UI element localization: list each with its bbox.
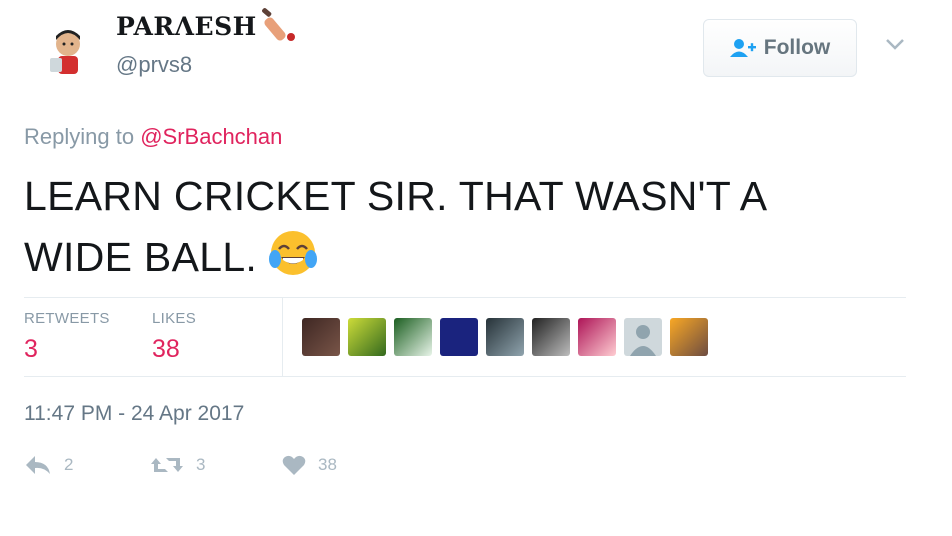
retweets-stat[interactable]: RETWEETS 3 — [24, 310, 110, 364]
retweets-label: RETWEETS — [24, 310, 110, 327]
like-count: 38 — [318, 455, 337, 474]
likers-avatars — [302, 318, 708, 356]
likes-stat[interactable]: LIKES 38 — [152, 310, 196, 364]
stats-separator — [282, 298, 283, 376]
author-handle[interactable]: @prvs8 — [116, 52, 192, 78]
replying-to-prefix: Replying to — [24, 124, 135, 149]
reply-mention-link[interactable]: @SrBachchan — [140, 124, 282, 149]
liker-avatar[interactable] — [486, 318, 524, 356]
tweet-text-line-2: WIDE BALL. — [24, 227, 884, 288]
retweet-count: 3 — [196, 455, 206, 474]
stats-bottom-divider — [24, 376, 906, 377]
cricket-bat-icon — [262, 8, 295, 41]
reply-count: 2 — [64, 455, 74, 474]
liker-avatar[interactable] — [394, 318, 432, 356]
tweet-text: LEARN CRICKET SIR. THAT WASN'T A WIDE BA… — [24, 166, 884, 288]
reply-action[interactable]: 2 — [24, 454, 73, 476]
stats-top-divider — [24, 297, 906, 298]
retweets-value: 3 — [24, 335, 38, 363]
replying-to: Replying to @SrBachchan — [24, 124, 282, 150]
liker-avatar[interactable] — [578, 318, 616, 356]
like-action[interactable]: 38 — [282, 454, 337, 476]
avatar-illustration — [50, 30, 80, 74]
chevron-down-icon[interactable] — [884, 36, 906, 52]
follow-button[interactable]: Follow — [703, 19, 857, 77]
add-user-icon — [729, 39, 756, 57]
reply-icon — [26, 456, 50, 474]
liker-avatar[interactable] — [440, 318, 478, 356]
liker-avatar[interactable] — [348, 318, 386, 356]
liker-avatar[interactable] — [532, 318, 570, 356]
default-user-icon — [630, 325, 656, 356]
liker-avatar[interactable] — [302, 318, 340, 356]
likes-label: LIKES — [152, 310, 197, 327]
follow-label: Follow — [763, 36, 831, 59]
heart-icon — [282, 455, 306, 475]
tweet-text-line-2-text: WIDE BALL. — [24, 234, 258, 280]
tweet-timestamp[interactable]: 11:47 PM - 24 Apr 2017 — [24, 402, 244, 426]
retweet-action[interactable]: 3 — [150, 454, 205, 476]
author-avatar[interactable] — [40, 22, 96, 78]
tears-of-joy-emoji-icon — [269, 231, 318, 275]
retweet-icon — [151, 458, 183, 472]
tweet-text-line-1: LEARN CRICKET SIR. THAT WASN'T A — [24, 173, 768, 219]
liker-avatar[interactable] — [624, 318, 662, 356]
likes-value: 38 — [152, 335, 180, 363]
author-display-name[interactable]: PARΛESH — [116, 12, 257, 41]
liker-avatar[interactable] — [670, 318, 708, 356]
